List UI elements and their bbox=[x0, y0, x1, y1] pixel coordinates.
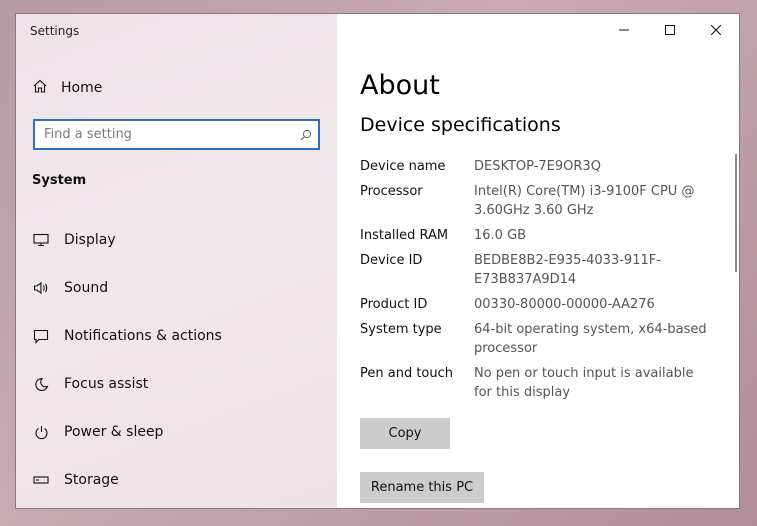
sidebar-item-notifications[interactable]: Notifications & actions bbox=[16, 312, 337, 360]
copy-button[interactable]: Copy bbox=[360, 418, 450, 449]
spec-value: No pen or touch input is available for t… bbox=[474, 366, 694, 400]
sidebar-item-label: Power & sleep bbox=[64, 424, 164, 440]
sidebar-item-storage[interactable]: Storage bbox=[16, 456, 337, 504]
moon-icon bbox=[32, 375, 50, 393]
power-icon bbox=[32, 423, 50, 441]
sidebar-nav: Display Sound Notifications & actions Fo… bbox=[16, 216, 337, 504]
monitor-icon bbox=[32, 231, 50, 249]
spec-row: System type 64-bit operating system, x64… bbox=[360, 320, 715, 358]
sidebar-item-label: Sound bbox=[64, 280, 109, 296]
spec-row: Installed RAM 16.0 GB bbox=[360, 226, 715, 245]
scrollbar[interactable] bbox=[735, 154, 737, 272]
page-title: About bbox=[360, 70, 440, 101]
home-nav-item[interactable]: Home bbox=[32, 78, 102, 98]
main-content: About Device specifications Device name … bbox=[337, 14, 739, 508]
sidebar-item-sound[interactable]: Sound bbox=[16, 264, 337, 312]
notification-icon bbox=[32, 327, 50, 345]
maximize-icon bbox=[665, 25, 675, 35]
device-specs: Device name DESKTOP-7E9OR3Q Processor In… bbox=[360, 157, 715, 408]
section-heading: Device specifications bbox=[360, 114, 561, 136]
section-title: System bbox=[32, 173, 87, 188]
close-button[interactable] bbox=[693, 14, 739, 46]
spec-value: 64-bit operating system, x64-based proce… bbox=[474, 322, 707, 356]
spec-row: Pen and touch No pen or touch input is a… bbox=[360, 364, 715, 402]
spec-key: Pen and touch bbox=[360, 366, 454, 381]
spec-row: Product ID 00330-80000-00000-AA276 bbox=[360, 295, 715, 314]
maximize-button[interactable] bbox=[647, 14, 693, 46]
spec-value: DESKTOP-7E9OR3Q bbox=[474, 159, 601, 174]
minimize-button[interactable] bbox=[601, 14, 647, 46]
sidebar-item-power-sleep[interactable]: Power & sleep bbox=[16, 408, 337, 456]
spec-row: Device name DESKTOP-7E9OR3Q bbox=[360, 157, 715, 176]
spec-key: Device name bbox=[360, 159, 446, 174]
sidebar-item-label: Storage bbox=[64, 472, 119, 488]
speaker-icon bbox=[32, 279, 50, 297]
rename-pc-button[interactable]: Rename this PC bbox=[360, 472, 484, 503]
search-icon[interactable] bbox=[294, 129, 318, 141]
sidebar-item-label: Focus assist bbox=[64, 376, 149, 392]
sidebar-item-display[interactable]: Display bbox=[16, 216, 337, 264]
spec-key: Processor bbox=[360, 184, 423, 199]
sidebar-item-label: Notifications & actions bbox=[64, 328, 222, 344]
settings-window: Settings Home System Display bbox=[15, 13, 740, 509]
storage-icon bbox=[32, 471, 50, 489]
minimize-icon bbox=[619, 29, 629, 31]
spec-row: Processor Intel(R) Core(TM) i3-9100F CPU… bbox=[360, 182, 715, 220]
sidebar-item-label: Display bbox=[64, 232, 116, 248]
sidebar: Settings Home System Display bbox=[16, 14, 337, 508]
search-input[interactable] bbox=[44, 127, 294, 142]
spec-key: Product ID bbox=[360, 297, 428, 312]
close-icon bbox=[711, 25, 721, 35]
spec-key: Device ID bbox=[360, 253, 423, 268]
spec-value: 00330-80000-00000-AA276 bbox=[474, 297, 655, 312]
sidebar-item-focus-assist[interactable]: Focus assist bbox=[16, 360, 337, 408]
spec-key: Installed RAM bbox=[360, 228, 449, 243]
spec-key: System type bbox=[360, 322, 442, 337]
home-label: Home bbox=[61, 80, 103, 96]
spec-row: Device ID BEDBE8B2-E935-4033-911F-E73B83… bbox=[360, 251, 715, 289]
window-controls bbox=[601, 14, 739, 46]
home-icon bbox=[32, 78, 48, 98]
window-title: Settings bbox=[30, 24, 80, 38]
spec-value: 16.0 GB bbox=[474, 228, 527, 243]
search-box[interactable] bbox=[33, 119, 320, 150]
spec-value: BEDBE8B2-E935-4033-911F-E73B837A9D14 bbox=[474, 253, 661, 287]
spec-value: Intel(R) Core(TM) i3-9100F CPU @ 3.60GHz… bbox=[474, 184, 695, 218]
